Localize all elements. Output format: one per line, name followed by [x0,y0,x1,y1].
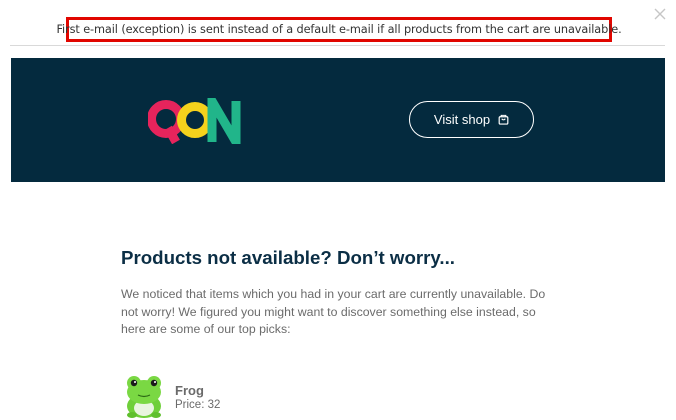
exception-notice: First e-mail (exception) is sent instead… [56,17,622,42]
email-title: Products not available? Don’t worry... [121,247,456,268]
product-item[interactable]: Frog Price: 32 [121,374,421,420]
frog-plush-icon [127,376,161,418]
visit-shop-button[interactable]: Visit shop [409,101,534,138]
shopping-bag-icon [498,114,509,125]
email-body-text: We noticed that items which you had in y… [121,287,546,336]
product-price: Price: 32 [175,399,221,411]
visit-shop-label: Visit shop [433,112,491,127]
qon-logo [148,98,241,144]
notice-bar: First e-mail (exception) is sent instead… [10,0,665,46]
product-name: Frog [175,383,204,398]
email-header-banner: Visit shop [11,58,665,182]
